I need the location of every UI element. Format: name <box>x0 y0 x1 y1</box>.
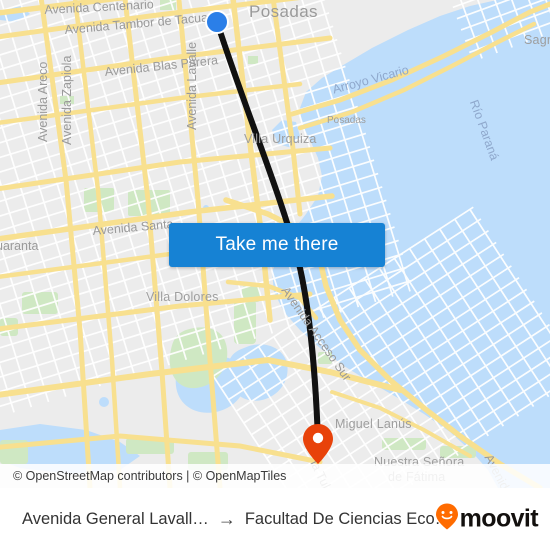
footer-origin-label[interactable]: Avenida General Lavall… <box>22 510 209 529</box>
take-me-there-button[interactable]: Take me there <box>169 223 385 267</box>
footer-destination-label[interactable]: Facultad De Ciencias Eco… <box>245 510 451 529</box>
map-attribution: © OpenStreetMap contributors | © OpenMap… <box>0 464 550 488</box>
moovit-wordmark: moovit <box>459 504 539 533</box>
map-canvas[interactable]: Avenida Centenario Avenida Tambor de Tacu… <box>0 0 550 488</box>
origin-marker-dot[interactable] <box>205 10 229 34</box>
arrow-right-icon: → <box>217 509 236 529</box>
moovit-map-screenshot: Avenida Centenario Avenida Tambor de Tacu… <box>0 0 550 550</box>
moovit-logo[interactable]: moovit <box>435 503 539 535</box>
water-pond-1 <box>99 397 109 407</box>
destination-marker-pin[interactable] <box>303 424 333 464</box>
attribution-text[interactable]: © OpenStreetMap contributors | © OpenMap… <box>13 469 286 483</box>
moovit-pin-icon <box>435 503 458 535</box>
footer-bar: Avenida General Lavall… → Facultad De Ci… <box>0 488 550 550</box>
